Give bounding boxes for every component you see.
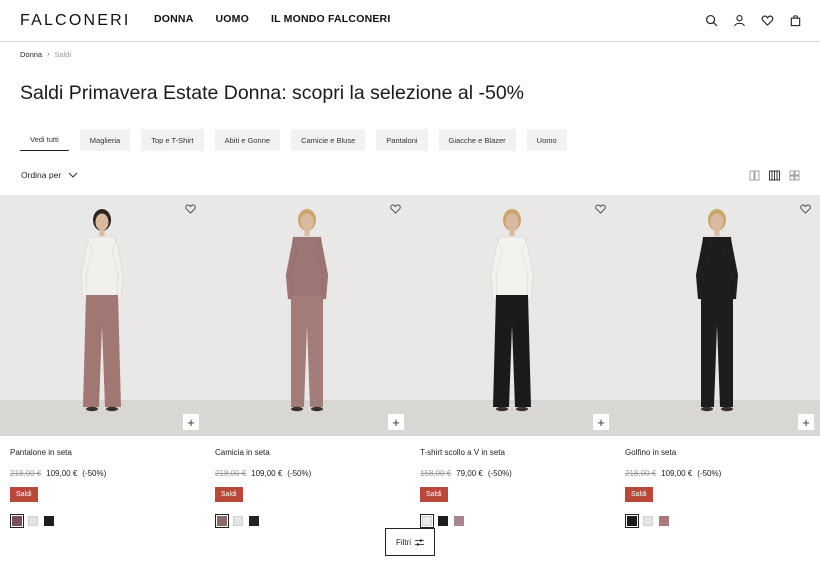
nav-uomo[interactable]: UOMO [216,13,249,25]
bag-icon[interactable] [788,12,802,28]
main-nav: DONNA UOMO IL MONDO FALCONERI [154,13,412,25]
model-figure [490,209,534,412]
color-swatch[interactable] [420,514,434,528]
product-image[interactable]: + [0,195,205,436]
chip-camicie-bluse[interactable]: Camicie e Bluse [291,129,366,151]
chip-maglieria[interactable]: Maglieria [79,129,131,151]
chip-vedi-tutti[interactable]: Vedi tutti [20,129,69,151]
breadcrumb: Donna › Saldi [20,50,71,59]
product-card[interactable]: + T-shirt scollo a V in seta 158,00 € 79… [410,195,615,528]
model-figure [695,209,739,412]
model-figure [80,209,124,412]
breadcrumb-separator: › [47,51,50,58]
old-price: 218,00 € [10,469,42,478]
sort-dropdown[interactable]: Ordina per [21,170,78,180]
color-swatches [215,514,265,528]
color-swatch[interactable] [28,516,38,526]
color-swatches [420,514,470,528]
old-price: 218,00 € [215,469,247,478]
sort-label: Ordina per [21,170,62,180]
grid-2-icon[interactable] [749,170,760,181]
color-swatch[interactable] [659,516,669,526]
product-image[interactable]: + [410,195,615,436]
quick-add-plus-icon[interactable]: + [388,414,404,430]
page-title: Saldi Primavera Estate Donna: scopri la … [20,82,525,104]
site-header: FALCONERI DONNA UOMO IL MONDO FALCONERI [0,0,820,42]
view-toggles [740,170,800,181]
color-swatch[interactable] [215,514,229,528]
color-swatch[interactable] [625,514,639,528]
product-image[interactable]: + [615,195,820,436]
wishlist-heart-icon[interactable] [800,204,811,214]
color-swatch[interactable] [438,516,448,526]
old-price: 158,00 € [420,469,452,478]
breadcrumb-donna[interactable]: Donna [20,50,42,59]
nav-donna[interactable]: DONNA [154,13,194,25]
wishlist-icon[interactable] [760,12,774,28]
discount: (-50%) [487,469,512,478]
product-card[interactable]: + Golfino in seta 218,00 € 109,00 € (-50… [615,195,820,528]
category-filters: Vedi tutti Maglieria Top e T-Shirt Abiti… [20,129,578,151]
quick-add-plus-icon[interactable]: + [593,414,609,430]
breadcrumb-saldi: Saldi [54,50,72,59]
wishlist-heart-icon[interactable] [185,204,196,214]
product-grid: + Pantalone in seta 218,00 € 109,00 € (-… [0,195,820,528]
color-swatch[interactable] [44,516,54,526]
grid-compact-icon[interactable] [789,170,800,181]
product-prices: 218,00 € 109,00 € (-50%) [625,469,721,478]
discount: (-50%) [82,469,107,478]
filter-sliders-icon [415,538,425,546]
chip-uomo[interactable]: Uomo [526,129,567,151]
wishlist-heart-icon[interactable] [390,204,401,214]
color-swatches [625,514,675,528]
sale-badge: Saldi [625,487,653,502]
sale-price: 109,00 € [46,469,78,478]
color-swatch[interactable] [233,516,243,526]
wishlist-heart-icon[interactable] [595,204,606,214]
filters-button[interactable]: Filtri [385,528,435,556]
color-swatch[interactable] [643,516,653,526]
product-name[interactable]: T-shirt scollo a V in seta [420,448,505,457]
old-price: 218,00 € [625,469,657,478]
product-name[interactable]: Pantalone in seta [10,448,72,457]
discount: (-50%) [287,469,312,478]
filters-label: Filtri [395,537,412,547]
product-card[interactable]: + Pantalone in seta 218,00 € 109,00 € (-… [0,195,205,528]
quick-add-plus-icon[interactable]: + [183,414,199,430]
color-swatch[interactable] [10,514,24,528]
chevron-down-icon [68,172,78,178]
header-actions [690,12,802,28]
chip-pantaloni[interactable]: Pantaloni [376,129,428,151]
grid-4-icon[interactable] [769,170,780,181]
nav-mondo-falconeri[interactable]: IL MONDO FALCONERI [271,13,391,25]
product-prices: 158,00 € 79,00 € (-50%) [420,469,512,478]
brand-logo[interactable]: FALCONERI [20,12,131,30]
chip-top-t-shirt[interactable]: Top e T-Shirt [141,129,204,151]
chip-abiti-gonne[interactable]: Abiti e Gonne [214,129,281,151]
product-card[interactable]: + Camicia in seta 218,00 € 109,00 € (-50… [205,195,410,528]
sale-price: 79,00 € [456,469,483,478]
search-icon[interactable] [704,12,718,28]
color-swatches [10,514,60,528]
sale-badge: Saldi [215,487,243,502]
sale-badge: Saldi [420,487,448,502]
discount: (-50%) [697,469,722,478]
sale-price: 109,00 € [251,469,283,478]
color-swatch[interactable] [249,516,259,526]
account-icon[interactable] [732,12,746,28]
sale-price: 109,00 € [661,469,693,478]
product-name[interactable]: Camicia in seta [215,448,270,457]
model-figure [285,209,329,412]
product-name[interactable]: Golfino in seta [625,448,676,457]
sale-badge: Saldi [10,487,38,502]
color-swatch[interactable] [454,516,464,526]
product-image[interactable]: + [205,195,410,436]
product-prices: 218,00 € 109,00 € (-50%) [10,469,106,478]
quick-add-plus-icon[interactable]: + [798,414,814,430]
product-prices: 218,00 € 109,00 € (-50%) [215,469,311,478]
chip-giacche-blazer[interactable]: Giacche e Blazer [438,129,516,151]
